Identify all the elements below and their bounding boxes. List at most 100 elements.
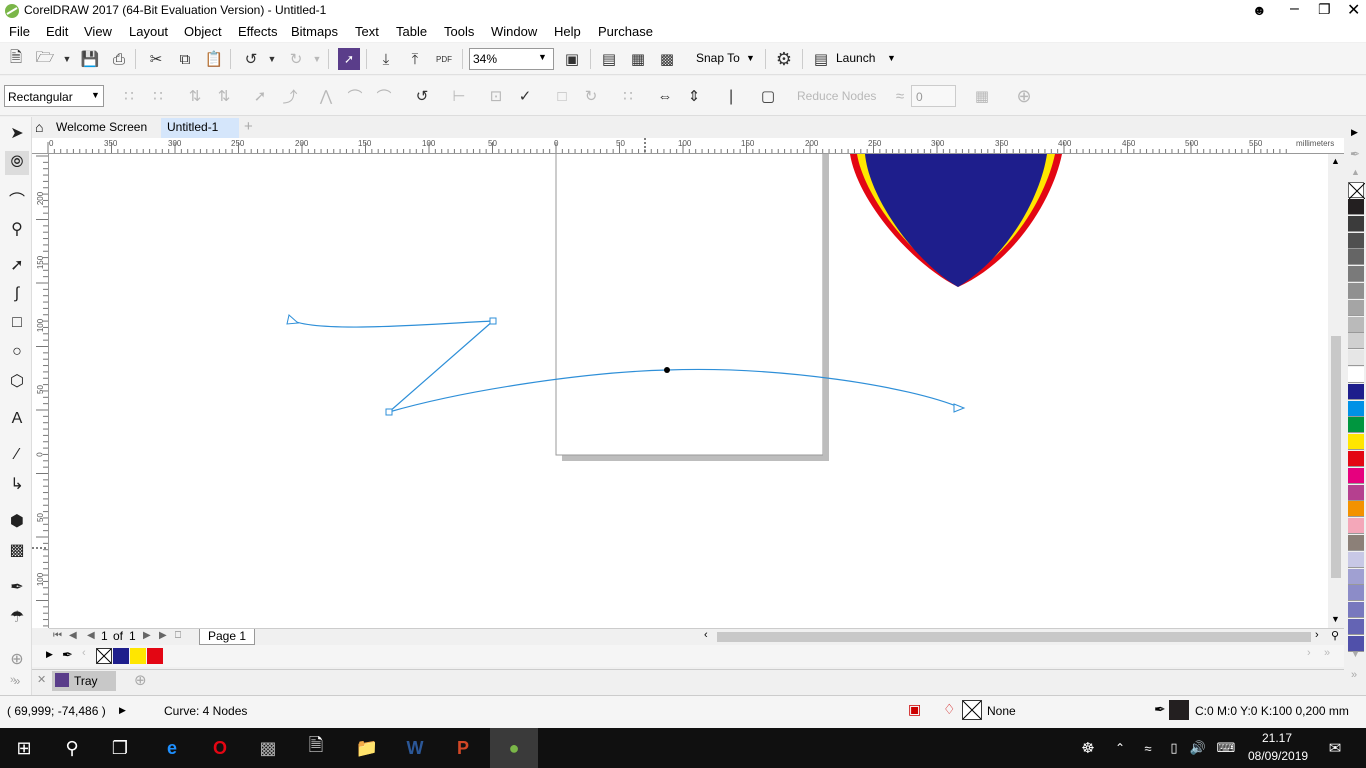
palette-swatch[interactable] [1348, 602, 1364, 619]
smooth-node-icon[interactable]: ⌒ [344, 85, 366, 107]
palette-swatch[interactable] [1348, 333, 1364, 350]
launch-dropdown-icon[interactable]: ▼ [887, 53, 896, 63]
search-icon[interactable]: ⚲ [48, 728, 96, 768]
keyboard-icon[interactable]: ⌨ [1212, 728, 1240, 768]
hscroll-left-icon[interactable]: ‹ [704, 629, 708, 641]
powerpoint-icon[interactable]: P [439, 728, 487, 768]
menu-tools[interactable]: Tools [444, 24, 474, 39]
stretch-nodes-icon[interactable]: □ [551, 85, 573, 107]
horizontal-ruler[interactable]: 0 350 300 250 200 150 100 50 0 50 100 15… [32, 138, 1344, 154]
smoothness-value[interactable]: 0 [916, 90, 923, 104]
add-toolbar-icon[interactable]: ⊕ [1013, 85, 1035, 107]
crop-tool-icon[interactable]: ⌒ [5, 187, 29, 211]
page-tab[interactable]: Page 1 [199, 629, 255, 645]
to-curve-icon[interactable]: ⤴ [279, 85, 301, 107]
menu-file[interactable]: File [9, 24, 30, 39]
tray-tab[interactable]: Tray [52, 671, 116, 691]
show-guidelines-icon[interactable]: ▩ [656, 48, 678, 70]
coreldraw-taskbar-icon[interactable]: ● [490, 728, 538, 768]
palette-swatch[interactable] [1348, 350, 1364, 367]
to-line-icon[interactable]: ➚ [249, 85, 271, 107]
doc-palette-expand-icon[interactable]: » [1324, 647, 1330, 659]
transparency-tool-icon[interactable]: ▩ [5, 538, 29, 562]
extract-subpath-icon[interactable]: ⊡ [485, 85, 507, 107]
extend-curve-icon[interactable]: ⊢ [448, 85, 470, 107]
cut-icon[interactable]: ✂ [145, 48, 167, 70]
wifi-icon[interactable]: ≈ [1136, 728, 1160, 768]
parallel-dimension-tool-icon[interactable]: ∕ [5, 443, 29, 467]
redo-dropdown-icon[interactable]: ▼ [306, 48, 328, 70]
vertical-ruler[interactable]: 200 150 100 50 0 50 100 [32, 154, 49, 628]
palette-swatch[interactable] [1348, 585, 1364, 602]
zoom-dropdown-icon[interactable]: ▼ [538, 52, 547, 62]
freehand-tool-icon[interactable]: ➚ [5, 253, 29, 277]
add-tray-icon[interactable]: ⊕ [134, 671, 147, 689]
print-icon[interactable]: ⎙ [108, 48, 130, 70]
hscroll-thumb[interactable] [717, 632, 1311, 642]
palette-swatch[interactable] [1348, 501, 1364, 518]
add-node-icon[interactable]: ∷ [118, 85, 140, 107]
file-explorer-icon[interactable]: 📁 [343, 728, 391, 768]
menu-object[interactable]: Object [184, 24, 222, 39]
fill-swatch[interactable] [962, 700, 982, 720]
account-icon[interactable]: ☻ [1252, 2, 1267, 18]
smoothness-field[interactable]: 0 [911, 85, 956, 107]
palette-swatch[interactable] [1348, 518, 1364, 535]
minimize-button[interactable]: – [1290, 0, 1299, 18]
palette-swatch[interactable] [1348, 383, 1364, 400]
undo-icon[interactable]: ↺ [240, 48, 262, 70]
home-icon[interactable]: ⌂ [35, 119, 43, 135]
palette-swatch[interactable] [1348, 249, 1364, 266]
palette-swatch[interactable] [1348, 451, 1364, 467]
close-button[interactable]: ✕ [1347, 0, 1360, 20]
page-tab-label[interactable]: Page 1 [208, 629, 246, 643]
export-icon[interactable]: ⤒ [404, 48, 426, 70]
menu-purchase[interactable]: Purchase [598, 24, 653, 39]
polygon-tool-icon[interactable]: ⬡ [5, 369, 29, 393]
doc-palette-scroll-left-icon[interactable]: ‹ [82, 647, 86, 659]
reverse-direction-icon[interactable]: ↺ [411, 85, 433, 107]
fill-icon[interactable]: ♢ [943, 701, 956, 718]
reduce-nodes-button[interactable]: Reduce Nodes [797, 89, 876, 103]
palette-swatch[interactable] [1348, 400, 1364, 417]
tab-welcome-screen[interactable]: Welcome Screen [50, 118, 153, 138]
rotate-nodes-icon[interactable]: ↻ [580, 85, 602, 107]
select-all-nodes-icon[interactable]: ▢ [757, 85, 779, 107]
select-nodes-grid-icon[interactable]: ▦ [971, 85, 993, 107]
elastic-mode-icon[interactable]: ❘ [720, 85, 742, 107]
break-curve-icon[interactable]: ⇅ [213, 85, 235, 107]
menu-effects[interactable]: Effects [238, 24, 278, 39]
palette-scroll-up-icon[interactable]: ▲ [1351, 167, 1360, 177]
palette-scroll-down-icon[interactable]: ▼ [1351, 649, 1360, 659]
interactive-fill-tool-icon[interactable]: ☂ [5, 605, 29, 629]
menu-table[interactable]: Table [396, 24, 427, 39]
prev-page-icon[interactable]: ◀ [87, 630, 95, 641]
hscroll-right-icon[interactable]: › [1315, 629, 1319, 641]
palette-swatch[interactable] [1348, 551, 1364, 568]
tab-untitled-1[interactable]: Untitled-1 [161, 118, 239, 138]
tray-close-icon[interactable]: ✕ [37, 673, 46, 686]
outline-pen-icon[interactable]: ✒ [1154, 701, 1166, 718]
scroll-down-icon[interactable]: ▼ [1331, 614, 1340, 624]
connector-tool-icon[interactable]: ↳ [5, 472, 29, 496]
windows-start-icon[interactable]: ⊞ [0, 728, 48, 768]
menu-view[interactable]: View [84, 24, 112, 39]
word-icon[interactable]: W [391, 728, 439, 768]
zoom-level-combo[interactable]: 34% ▼ [469, 48, 554, 70]
doc-palette-menu-icon[interactable]: ▶ [46, 649, 53, 660]
selection-mode-combo[interactable]: Rectangular ▼ [4, 85, 104, 107]
prev-page-first-icon[interactable]: ◀ [69, 630, 77, 641]
usb-device-icon[interactable]: ▩ [244, 728, 292, 768]
document-app-icon[interactable]: 🗎 [292, 728, 340, 768]
zoom-tool-icon[interactable]: ⚲ [5, 217, 29, 241]
palette-swatch[interactable] [1348, 535, 1364, 551]
palette-swatch[interactable] [1348, 266, 1364, 283]
show-hidden-icons-icon[interactable]: ⌃ [1110, 728, 1130, 768]
doc-palette-eyedropper-icon[interactable]: ✒ [62, 647, 73, 663]
palette-swatch[interactable] [1348, 484, 1364, 501]
palette-swatch[interactable] [1348, 283, 1364, 299]
menu-bitmaps[interactable]: Bitmaps [291, 24, 338, 39]
copy-icon[interactable]: ⧉ [174, 48, 196, 70]
palette-swatch[interactable] [1348, 417, 1364, 434]
notifications-icon[interactable]: ✉ [1320, 728, 1350, 768]
